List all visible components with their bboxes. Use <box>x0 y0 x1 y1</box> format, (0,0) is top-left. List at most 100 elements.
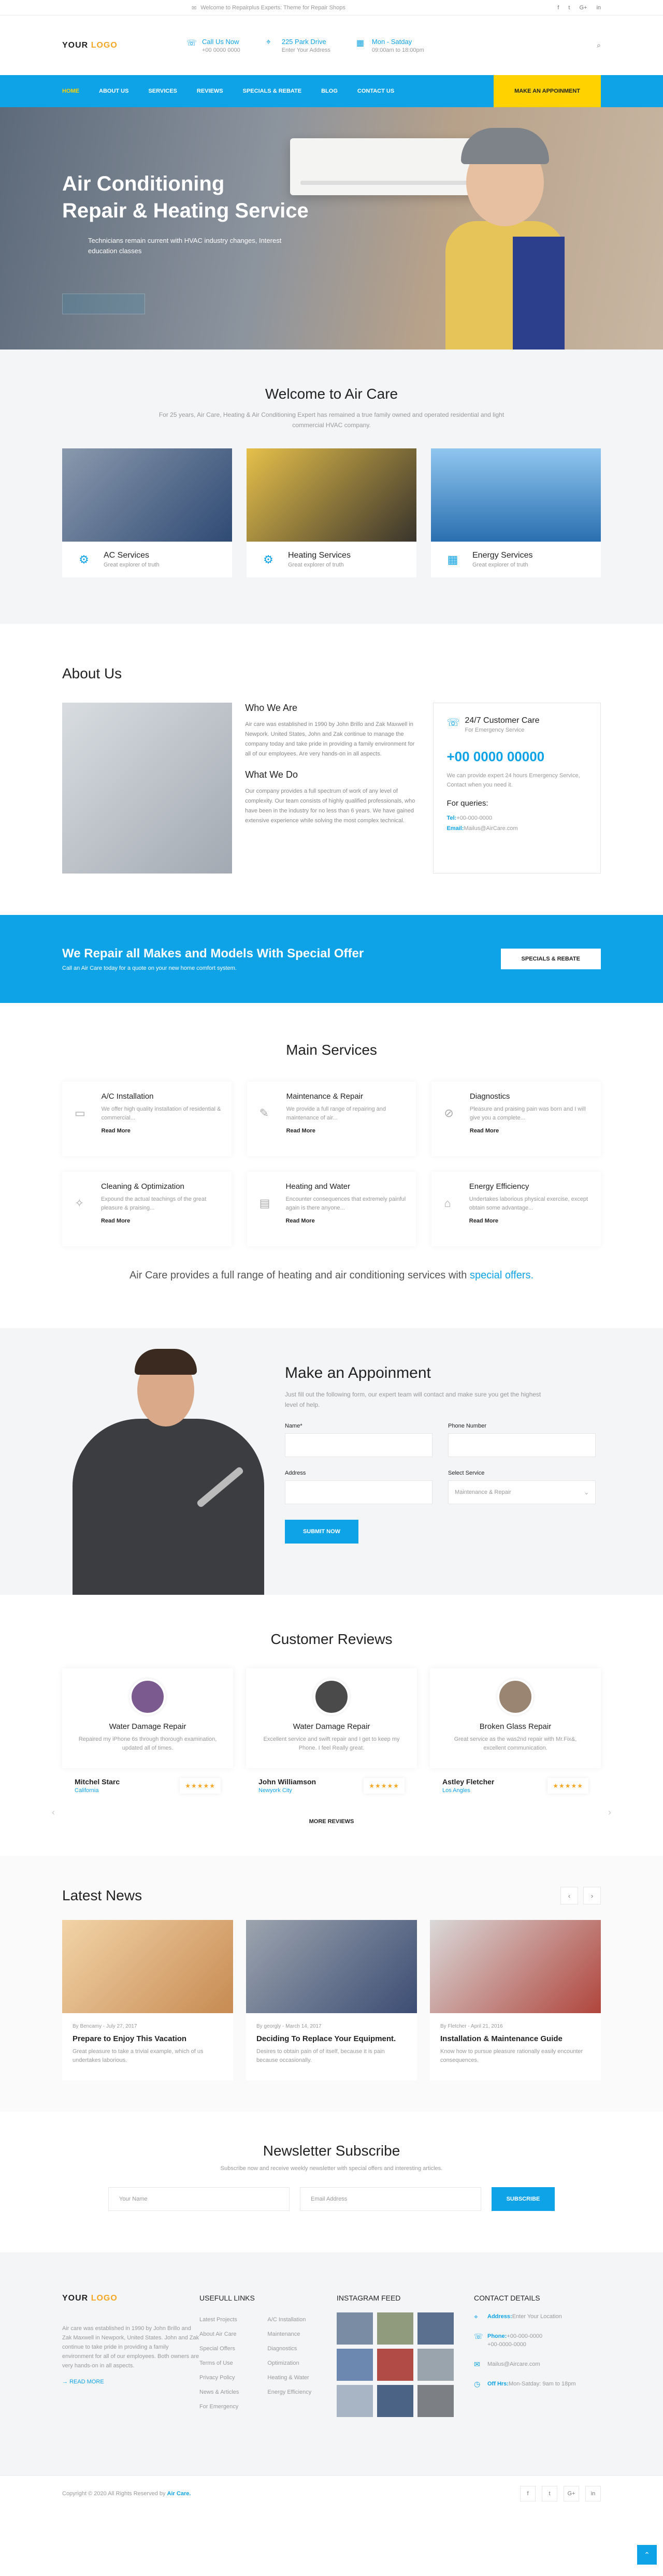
nav-home[interactable]: HOME <box>62 88 79 94</box>
service-heating-water[interactable]: ▤ Heating and Water Encounter consequences… <box>247 1172 416 1246</box>
welcome-text: Welcome to Repairplus Experts: Theme for… <box>200 5 345 11</box>
footer-link[interactable]: Terms of Use <box>199 2356 239 2370</box>
address-field[interactable] <box>285 1480 433 1504</box>
read-more-link[interactable]: Read More <box>469 1218 590 1224</box>
energy-service-image <box>431 448 601 542</box>
hero-button[interactable] <box>62 294 145 314</box>
diagnostics-icon: ⊘ <box>444 1107 454 1119</box>
scroll-to-top-icon[interactable]: ⌃ <box>637 2545 657 2565</box>
facebook-icon[interactable]: f <box>557 5 559 11</box>
query-tel[interactable]: +00-000-0000 <box>456 815 492 821</box>
make-appointment-button[interactable]: MAKE AN APPOINMENT <box>494 75 601 107</box>
footer-logo[interactable]: YOUR LOGO <box>62 2294 186 2303</box>
read-more-link[interactable]: Read More <box>285 1218 406 1224</box>
instagram-photo[interactable] <box>377 2385 413 2417</box>
phone-icon: ☏ <box>186 38 197 48</box>
news-card[interactable]: By Bencamy - July 27, 2017 Prepare to Enj… <box>62 1920 233 2080</box>
twitter-icon[interactable]: t <box>568 5 570 11</box>
instagram-photo[interactable] <box>417 2349 454 2381</box>
instagram-photo[interactable] <box>337 2349 373 2381</box>
footer-link[interactable]: Heating & Water <box>267 2370 311 2385</box>
name-field[interactable] <box>285 1433 433 1457</box>
footer-link[interactable]: News & Articles <box>199 2385 239 2399</box>
star-rating: ★★★★★ <box>547 1778 588 1794</box>
linkedin-icon[interactable]: in <box>585 2486 601 2501</box>
avatar <box>313 1679 350 1715</box>
footer-link[interactable]: Privacy Policy <box>199 2370 239 2385</box>
service-card-heating[interactable]: ⚙ Heating Services Great explorer of truth <box>247 448 416 577</box>
copyright-bar: Copyright © 2020 All Rights Reserved by … <box>0 2475 663 2511</box>
service-maintenance-repair[interactable]: ✎ Maintenance & Repair We provide a full r… <box>247 1082 416 1156</box>
footer-link[interactable]: Energy Efficiency <box>267 2385 311 2399</box>
nav-specials[interactable]: SPECIALS & REBATE <box>243 88 301 94</box>
linkedin-icon[interactable]: in <box>596 5 601 11</box>
submit-now-button[interactable]: SUBMIT NOW <box>285 1520 358 1544</box>
logo[interactable]: YOUR LOGO <box>62 41 186 50</box>
about-section: About Us Who We Are Air care was establi… <box>0 624 663 915</box>
chevron-left-icon[interactable]: ‹ <box>560 1887 578 1904</box>
header: YOUR LOGO ☏ Call Us Now +00 0000 0000 ⌖ 2… <box>0 16 663 75</box>
service-card-ac[interactable]: ⚙ AC Services Great explorer of truth <box>62 448 232 577</box>
more-reviews-button[interactable]: MORE REVIEWS <box>62 1818 601 1825</box>
read-more-link[interactable]: Read More <box>102 1128 221 1134</box>
nav-services[interactable]: SERVICES <box>148 88 177 94</box>
nav-contact[interactable]: CONTACT US <box>357 88 394 94</box>
nav-about[interactable]: ABOUT US <box>99 88 128 94</box>
service-energy-efficiency[interactable]: ⌂ Energy Efficiency Undertakes laborious p… <box>431 1172 601 1246</box>
service-card-energy[interactable]: ▦ Energy Services Great explorer of truth <box>431 448 601 577</box>
ac-unit-icon: ▭ <box>75 1107 85 1119</box>
service-diagnostics[interactable]: ⊘ Diagnostics Pleasure and praising pain w… <box>431 1082 601 1156</box>
google-plus-icon[interactable]: G+ <box>579 5 587 11</box>
instagram-photo[interactable] <box>337 2385 373 2417</box>
footer-link[interactable]: Optimization <box>267 2356 311 2370</box>
footer-link[interactable]: For Emergency <box>199 2399 239 2414</box>
instagram-photo[interactable] <box>377 2349 413 2381</box>
care-phone-number[interactable]: +00 0000 00000 <box>446 749 587 765</box>
instagram-photo[interactable] <box>337 2312 373 2345</box>
footer-link[interactable]: About Air Care <box>199 2327 239 2341</box>
hero-text: Technicians remain current with HVAC ind… <box>88 237 282 255</box>
instagram-photo[interactable] <box>377 2312 413 2345</box>
chevron-left-icon[interactable]: ‹ <box>52 1807 55 1818</box>
newsletter-name-input[interactable]: Your Name <box>108 2187 290 2211</box>
facebook-icon[interactable]: f <box>520 2486 536 2501</box>
google-plus-icon[interactable]: G+ <box>564 2486 579 2501</box>
phone-icon: ☏ <box>474 2332 483 2340</box>
footer-link[interactable]: Maintenance <box>267 2327 311 2341</box>
read-more-link[interactable]: Read More <box>101 1218 221 1224</box>
chevron-down-icon: ⌄ <box>584 1489 589 1496</box>
footer-link[interactable]: Special Offers <box>199 2341 239 2356</box>
news-image <box>62 1920 233 2013</box>
what-we-do-title: What We Do <box>245 769 298 780</box>
read-more-link[interactable]: Read More <box>470 1128 590 1134</box>
footer-link[interactable]: A/C Installation <box>267 2312 311 2327</box>
search-icon[interactable]: ⌕ <box>597 41 601 50</box>
instagram-photo[interactable] <box>417 2312 454 2345</box>
news-card[interactable]: By georgly - March 14, 2017 Deciding To R… <box>246 1920 417 2080</box>
news-image <box>246 1920 417 2013</box>
instagram-photo[interactable] <box>417 2385 454 2417</box>
footer-read-more-link[interactable]: → READ MORE <box>62 2379 199 2385</box>
cleaning-icon: ✧ <box>75 1197 84 1210</box>
appointment-title: Make an Appoinment <box>285 1364 431 1381</box>
nav-reviews[interactable]: REVIEWS <box>197 88 223 94</box>
what-we-do-text: Our company provides a full spectrum of … <box>245 788 415 824</box>
query-email[interactable]: Mailus@AirCare.com <box>464 825 517 832</box>
subscribe-button[interactable]: SUBSCRIBE <box>492 2187 555 2211</box>
newsletter-email-input[interactable]: Email Address <box>300 2187 481 2211</box>
specials-rebate-button[interactable]: SPECIALS & REBATE <box>500 949 601 969</box>
chevron-right-icon[interactable]: › <box>583 1887 601 1904</box>
footer-link[interactable]: Latest Projects <box>199 2312 239 2327</box>
location-pin-icon: ⌖ <box>266 37 271 47</box>
twitter-icon[interactable]: t <box>542 2486 557 2501</box>
service-ac-installation[interactable]: ▭ A/C Installation We offer high quality i… <box>62 1082 232 1156</box>
service-select[interactable]: Maintenance & Repair ⌄ <box>448 1480 596 1504</box>
special-offers-link[interactable]: special offers. <box>470 1270 534 1281</box>
nav-blog[interactable]: BLOG <box>321 88 338 94</box>
service-cleaning[interactable]: ✧ Cleaning & Optimization Expound the actu… <box>62 1172 232 1246</box>
phone-field[interactable] <box>448 1433 596 1457</box>
footer-link[interactable]: Diagnostics <box>267 2341 311 2356</box>
chevron-right-icon[interactable]: › <box>608 1807 611 1818</box>
news-card[interactable]: By Fletcher - April 21, 2016 Installation… <box>430 1920 601 2080</box>
read-more-link[interactable]: Read More <box>286 1128 406 1134</box>
